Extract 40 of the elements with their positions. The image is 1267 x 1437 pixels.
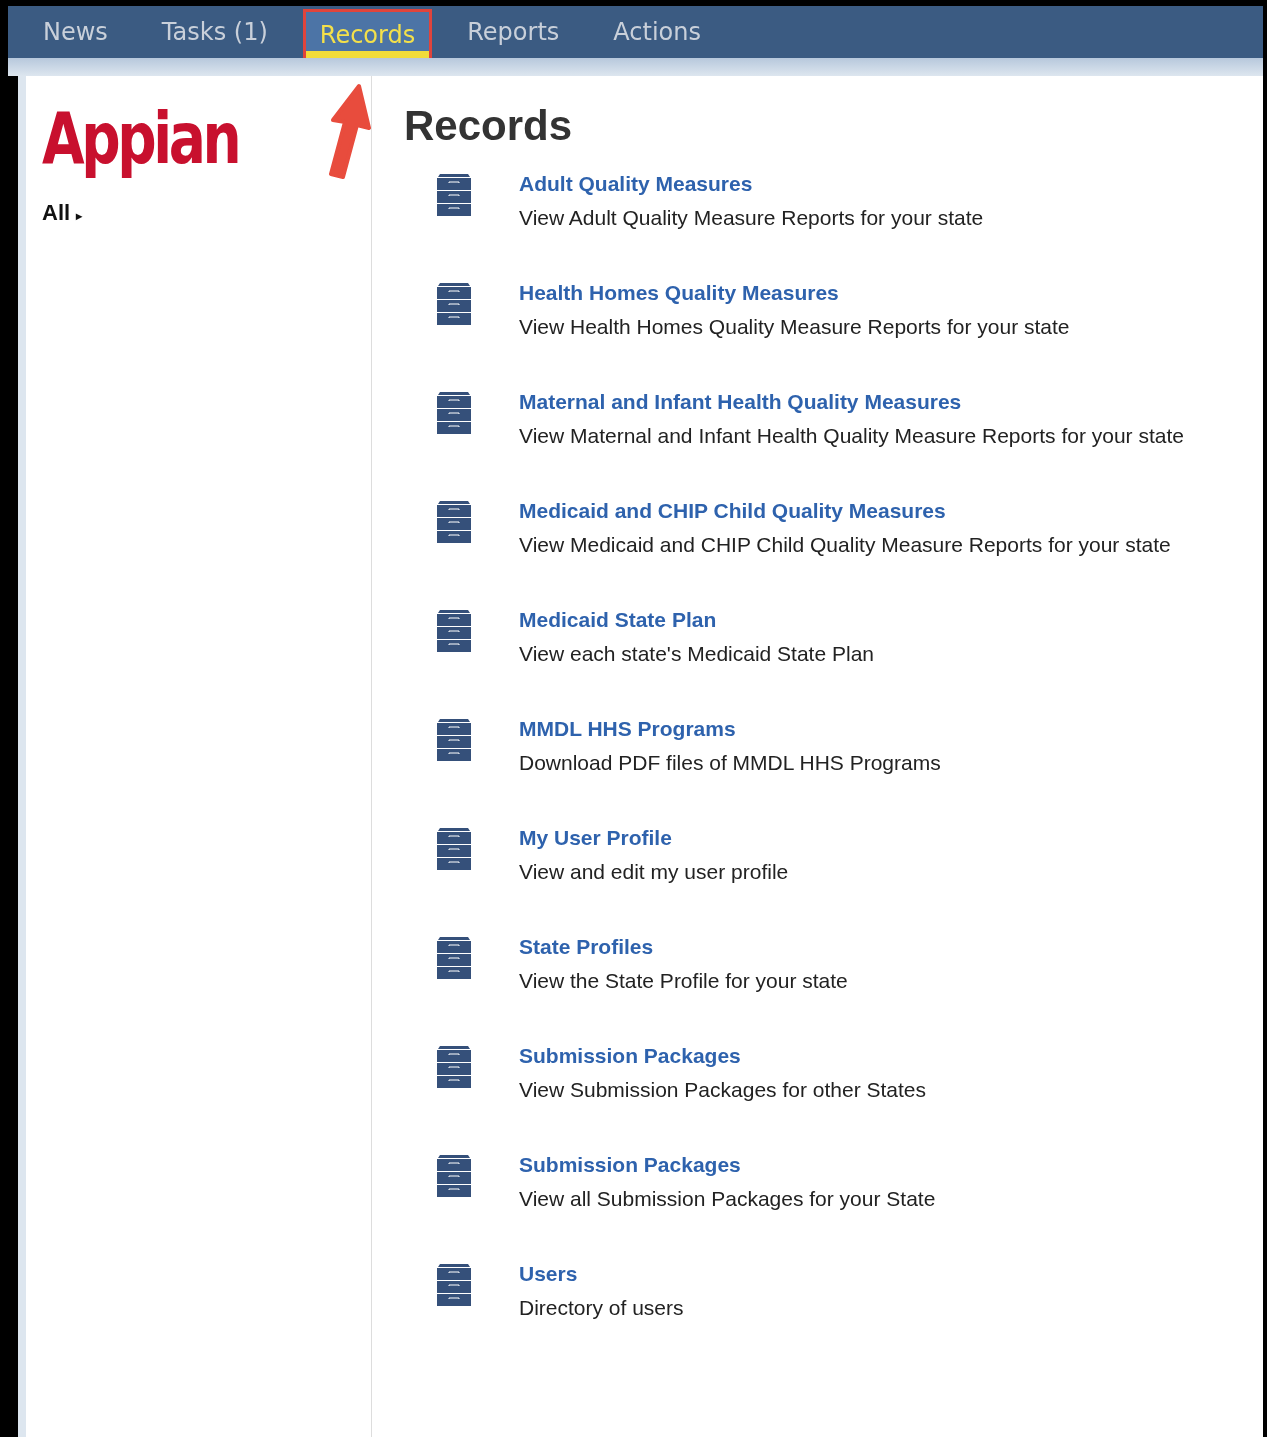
record-description: View Submission Packages for other States xyxy=(519,1078,926,1102)
cabinet-icon xyxy=(436,283,472,327)
cabinet-icon xyxy=(436,1155,472,1199)
record-link[interactable]: MMDL HHS Programs xyxy=(519,717,736,741)
record-description: View Maternal and Infant Health Quality Measure Reports for your state xyxy=(519,424,1184,448)
filter-link[interactable]: All ▸ xyxy=(42,200,83,226)
record-description: View and edit my user profile xyxy=(519,860,789,884)
record-description: View Adult Quality Measure Reports for your state xyxy=(519,206,984,230)
cabinet-icon xyxy=(436,610,472,654)
cabinet-icon xyxy=(436,392,472,436)
cabinet-icon xyxy=(436,937,472,981)
nav-tab[interactable]: News xyxy=(16,6,135,58)
record-link[interactable]: My User Profile xyxy=(519,826,672,850)
record-link[interactable]: Submission Packages xyxy=(519,1153,741,1177)
cabinet-icon xyxy=(436,174,472,218)
cabinet-icon xyxy=(436,501,472,545)
record-description: View Health Homes Quality Measure Reports for your state xyxy=(519,315,1070,339)
nav-tab[interactable]: Actions xyxy=(586,6,728,58)
record-description: View the State Profile for your state xyxy=(519,969,848,993)
record-description: View each state's Medicaid State Plan xyxy=(519,642,874,666)
record-link[interactable]: Adult Quality Measures xyxy=(519,172,753,196)
record-link[interactable]: Medicaid and CHIP Child Quality Measures xyxy=(519,499,946,523)
record-link[interactable]: Users xyxy=(519,1262,578,1286)
record-link[interactable]: Health Homes Quality Measures xyxy=(519,281,839,305)
record-description: Directory of users xyxy=(519,1296,684,1320)
record-link[interactable]: State Profiles xyxy=(519,935,654,959)
cabinet-icon xyxy=(436,1046,472,1090)
nav-tab[interactable]: Tasks (1) xyxy=(134,6,295,58)
record-description: View Medicaid and CHIP Child Quality Measure Reports for your state xyxy=(519,533,1171,557)
cabinet-icon xyxy=(436,828,472,872)
record-link[interactable]: Submission Packages xyxy=(519,1044,741,1068)
cabinet-icon xyxy=(436,1264,472,1308)
page-title: Records xyxy=(404,102,574,150)
nav-tab[interactable]: Records xyxy=(302,9,433,58)
record-description: Download PDF files of MMDL HHS Programs xyxy=(519,751,941,775)
nav-tab[interactable]: Reports xyxy=(440,6,587,58)
cabinet-icon xyxy=(436,719,472,763)
record-description: View all Submission Packages for your State xyxy=(519,1187,936,1211)
record-link[interactable]: Maternal and Infant Health Quality Measures xyxy=(519,390,962,414)
record-link[interactable]: Medicaid State Plan xyxy=(519,608,717,632)
